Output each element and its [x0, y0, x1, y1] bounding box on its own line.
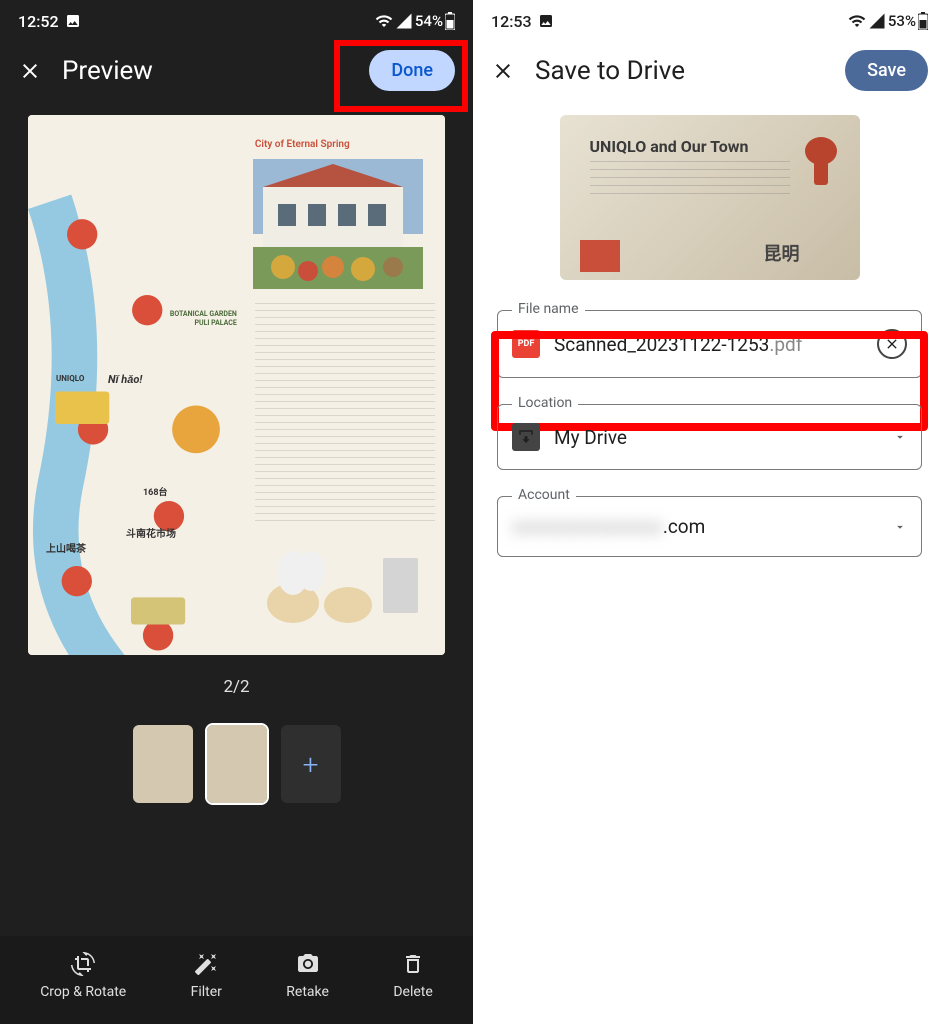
clock: 12:52	[18, 12, 59, 31]
preview-title-text: UNIQLO and Our Town	[590, 137, 749, 156]
thumbnail-strip: +	[28, 725, 445, 803]
filename-ext: .pdf	[769, 333, 802, 356]
battery-icon	[445, 12, 455, 30]
crop-rotate-button[interactable]: Crop & Rotate	[40, 952, 126, 1000]
preview-subtitle: 昆明	[764, 240, 800, 266]
status-bar-right: 12:53 53%	[473, 0, 946, 36]
close-icon	[884, 336, 900, 352]
filter-button[interactable]: Filter	[191, 952, 222, 1000]
image-icon	[65, 13, 81, 29]
crop-rotate-icon	[71, 952, 95, 976]
map-label: 上山喝茶	[46, 540, 86, 555]
battery-text: 53%	[888, 12, 916, 30]
chevron-down-icon	[893, 430, 907, 444]
page-counter: 2/2	[28, 677, 445, 697]
save-form: UNIQLO and Our Town 昆明 File name PDF Sca…	[473, 105, 946, 593]
filename-value: Scanned_20231122-1253	[554, 333, 769, 356]
thumbnail-2[interactable]	[207, 725, 267, 803]
filename-field[interactable]: File name PDF Scanned_20231122-1253.pdf	[497, 310, 922, 378]
battery-icon	[918, 12, 928, 30]
image-icon	[538, 13, 554, 29]
clock: 12:53	[491, 12, 532, 31]
bottom-toolbar: Crop & Rotate Filter Retake Delete	[0, 936, 473, 1024]
map-label: Nǐ hǎo!	[108, 373, 142, 386]
battery-text: 54%	[415, 12, 443, 30]
map-label: 168台	[143, 485, 168, 498]
label: Retake	[286, 984, 329, 1000]
clear-filename-button[interactable]	[877, 329, 907, 359]
retake-button[interactable]: Retake	[286, 952, 329, 1000]
wifi-icon	[375, 12, 393, 30]
account-value: xxxxxxxxxxxxxxxx.com	[512, 515, 879, 538]
appbar-right: Save to Drive Save	[473, 36, 946, 105]
close-icon[interactable]	[18, 59, 42, 83]
label: Filter	[191, 984, 222, 1000]
page-title: Save to Drive	[535, 56, 825, 86]
appbar-left: Preview Done	[0, 36, 473, 105]
signal-icon	[868, 12, 886, 30]
status-bar-left: 12:52 54%	[0, 0, 473, 36]
done-button[interactable]: Done	[369, 50, 455, 91]
account-field[interactable]: Account xxxxxxxxxxxxxxxx.com	[497, 496, 922, 557]
map-label: UNIQLO	[56, 374, 84, 383]
account-suffix: .com	[663, 515, 705, 538]
location-label: Location	[512, 395, 578, 411]
page-heading: City of Eternal Spring	[255, 139, 350, 150]
preview-area: BOTANICAL GARDEN PULI PALACE UNIQLO Nǐ h…	[0, 105, 473, 813]
location-field[interactable]: Location My Drive	[497, 404, 922, 470]
save-button[interactable]: Save	[845, 50, 928, 91]
filter-icon	[194, 952, 218, 976]
pdf-icon: PDF	[512, 330, 540, 358]
preview-screen: 12:52 54% Preview Done	[0, 0, 473, 1024]
label: Crop & Rotate	[40, 984, 126, 1000]
filename-input[interactable]: Scanned_20231122-1253.pdf	[554, 333, 863, 356]
account-label: Account	[512, 487, 576, 503]
map-label: 斗南花市场	[126, 525, 176, 540]
add-page-button[interactable]: +	[281, 725, 341, 803]
scanned-page-preview[interactable]: BOTANICAL GARDEN PULI PALACE UNIQLO Nǐ h…	[28, 115, 445, 655]
account-blurred: xxxxxxxxxxxxxxxx	[512, 515, 663, 538]
map-label: PULI PALACE	[194, 319, 236, 327]
drive-icon	[512, 423, 540, 451]
signal-icon	[395, 12, 413, 30]
delete-button[interactable]: Delete	[393, 952, 432, 1000]
label: Delete	[393, 984, 432, 1000]
thumbnail-1[interactable]	[133, 725, 193, 803]
location-value: My Drive	[554, 426, 879, 449]
page-title: Preview	[62, 56, 349, 86]
save-screen: 12:53 53% Save to Drive Save UNIQLO and …	[473, 0, 946, 1024]
map-label: BOTANICAL GARDEN	[170, 310, 237, 318]
close-icon[interactable]	[491, 59, 515, 83]
camera-icon	[296, 952, 320, 976]
trash-icon	[401, 952, 425, 976]
filename-label: File name	[512, 301, 585, 317]
wifi-icon	[848, 12, 866, 30]
chevron-down-icon	[893, 520, 907, 534]
document-preview[interactable]: UNIQLO and Our Town 昆明	[560, 115, 860, 280]
